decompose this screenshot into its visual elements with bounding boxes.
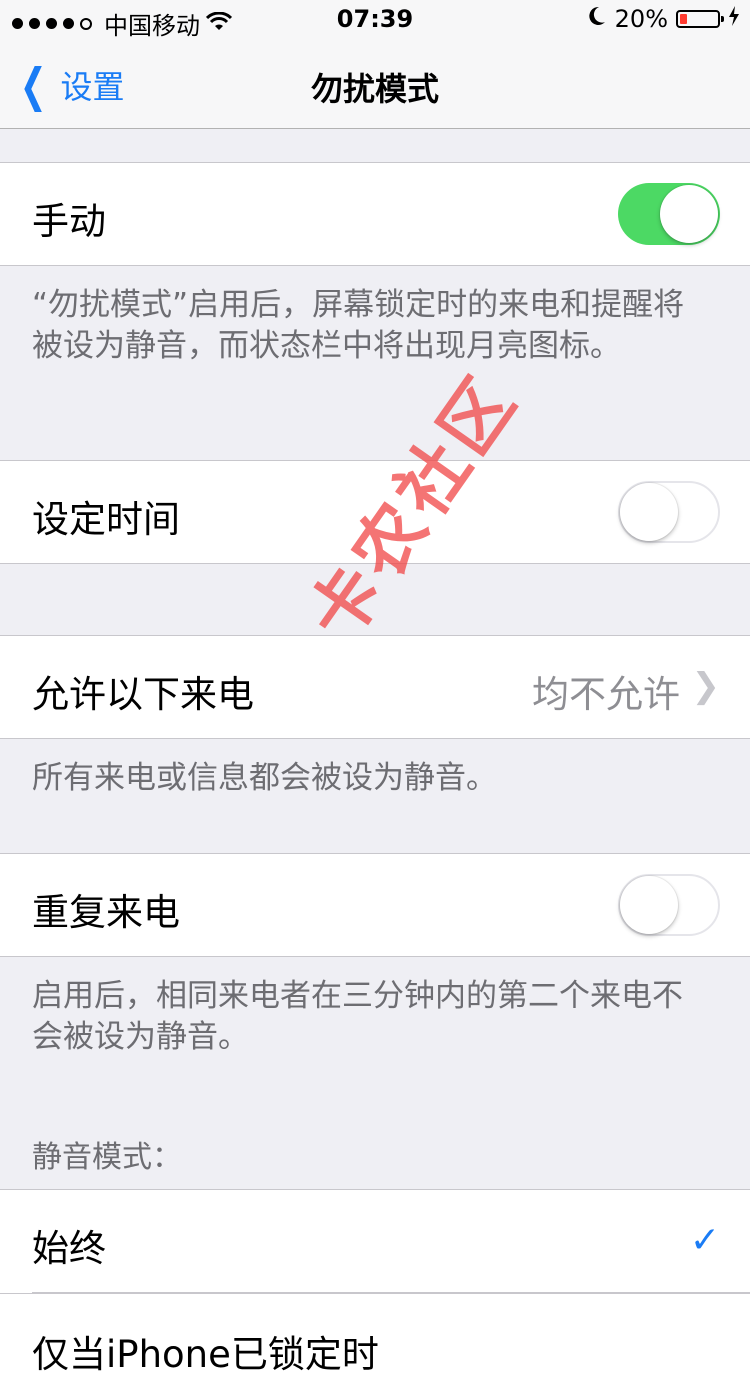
page-title: 勿扰模式 xyxy=(310,70,439,108)
battery-icon xyxy=(676,10,724,28)
manual-toggle[interactable] xyxy=(618,183,720,245)
charging-icon xyxy=(728,5,740,33)
status-bar: 中国移动 07:39 20% xyxy=(0,0,750,40)
manual-footer: “勿扰模式”启用后，屏幕锁定时的来电和提醒将被设为静音，而状态栏中将出现月亮图标… xyxy=(32,287,685,364)
manual-label: 手动 xyxy=(32,200,106,243)
allow-calls-label: 允许以下来电 xyxy=(32,673,254,716)
checkmark-icon: ✓ xyxy=(689,1220,720,1261)
battery-percent: 20% xyxy=(614,5,668,33)
repeated-calls-row: 重复来电 xyxy=(0,853,750,957)
toggle-knob xyxy=(620,876,678,934)
scheduled-label: 设定时间 xyxy=(32,498,180,541)
repeated-calls-toggle[interactable] xyxy=(618,874,720,936)
chevron-right-icon: ❯ xyxy=(691,666,721,706)
toggle-knob xyxy=(660,185,718,243)
silence-option-always[interactable]: 始终 ✓ xyxy=(0,1189,750,1293)
silence-option-locked[interactable]: 仅当iPhone已锁定时 xyxy=(0,1293,750,1397)
toggle-knob xyxy=(620,483,678,541)
navigation-bar: ❮ 设置 勿扰模式 xyxy=(0,40,750,129)
manual-row: 手动 xyxy=(0,162,750,266)
allow-calls-value: 均不允许 xyxy=(532,673,680,716)
moon-icon xyxy=(587,5,607,33)
allow-calls-row[interactable]: 允许以下来电 均不允许 ❯ xyxy=(0,635,750,739)
allow-calls-footer: 所有来电或信息都会被设为静音。 xyxy=(32,760,497,796)
silence-option-always-label: 始终 xyxy=(32,1227,106,1270)
battery-fill xyxy=(680,14,687,24)
silence-option-locked-label: 仅当iPhone已锁定时 xyxy=(32,1333,379,1376)
repeated-calls-footer: 启用后，相同来电者在三分钟内的第二个来电不会被设为静音。 xyxy=(32,978,683,1055)
silence-section-header: 静音模式： xyxy=(32,1140,182,1175)
repeated-calls-label: 重复来电 xyxy=(32,891,180,934)
scheduled-toggle[interactable] xyxy=(618,481,720,543)
